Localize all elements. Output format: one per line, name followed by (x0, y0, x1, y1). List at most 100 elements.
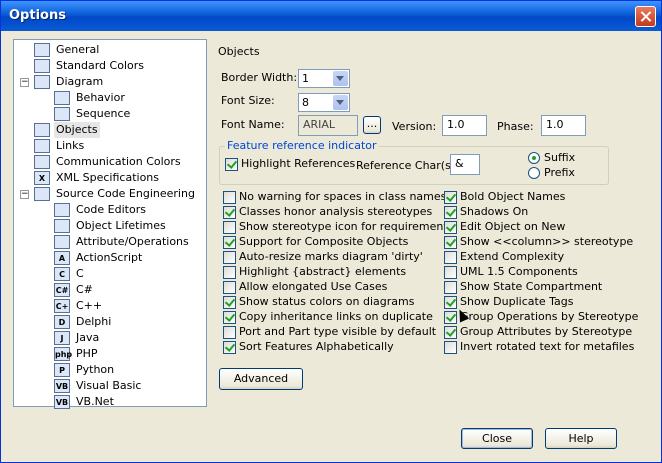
tree-item-label: Delphi (76, 315, 112, 328)
checkbox-unchecked-icon[interactable] (223, 191, 236, 204)
tree-item-label: Code Editors (76, 203, 146, 216)
font-name-field: ARIAL (298, 115, 358, 136)
option-label: Sort Features Alphabetically (239, 340, 394, 353)
colors-icon (34, 59, 50, 73)
option-label: Extend Complexity (460, 250, 565, 263)
window-title: Options (9, 8, 66, 23)
option-label: Group Attributes by Stereotype (460, 325, 633, 338)
options-dialog: Options General Standard Colors Diagram − Be… (0, 0, 662, 463)
font-name-label: Font Name: (221, 118, 285, 131)
tree-item-label: Standard Colors (56, 59, 144, 72)
section-title: Objects (218, 45, 260, 58)
xml-icon: X (34, 171, 50, 185)
checkbox-checked-icon[interactable] (444, 236, 457, 249)
tree-item-label: Behavior (76, 91, 125, 104)
checkbox-unchecked-icon[interactable] (444, 281, 457, 294)
checkbox-unchecked-icon[interactable] (223, 326, 236, 339)
collapse-icon[interactable]: − (20, 78, 29, 87)
phase-field[interactable]: 1.0 (541, 115, 586, 136)
version-field[interactable]: 1.0 (442, 115, 487, 136)
tree-item-label: Attribute/Operations (76, 235, 189, 248)
checkbox-unchecked-icon[interactable] (223, 221, 236, 234)
checkbox-checked-icon[interactable] (223, 311, 236, 324)
checkbox-checked-icon[interactable] (444, 296, 457, 309)
links-icon (34, 139, 50, 153)
feature-reference-title: Feature reference indicator (225, 139, 379, 152)
font-browse-button[interactable]: ... (363, 116, 381, 134)
advanced-button[interactable]: Advanced (219, 368, 303, 390)
suffix-label: Suffix (544, 151, 576, 164)
checkbox-checked-icon[interactable] (223, 236, 236, 249)
option-label: Port and Part type visible by default (239, 325, 437, 338)
title-bar[interactable]: Options (1, 1, 661, 31)
option-label: Allow elongated Use Cases (239, 280, 388, 293)
close-window-button[interactable] (635, 6, 656, 27)
option-label: Classes honor analysis stereotypes (239, 205, 433, 218)
checkbox-checked-icon[interactable] (225, 158, 238, 171)
radio-unselected-icon[interactable] (528, 167, 540, 179)
option-label: Show status colors on diagrams (239, 295, 415, 308)
checkbox-unchecked-icon[interactable] (223, 281, 236, 294)
font-size-value: 8 (302, 96, 309, 109)
chevron-down-icon[interactable] (333, 71, 348, 86)
checkbox-checked-icon[interactable] (223, 296, 236, 309)
java-icon: J (54, 331, 70, 345)
sequence-icon (54, 107, 70, 121)
option-label: Show <<column>> stereotype (460, 235, 634, 248)
prefix-label: Prefix (544, 166, 575, 179)
help-button[interactable]: Help (545, 428, 617, 449)
tree-item-label: C (76, 267, 84, 280)
checkbox-checked-icon[interactable] (444, 206, 457, 219)
font-size-select[interactable]: 8 (298, 93, 350, 112)
border-width-label: Border Width: (221, 71, 298, 84)
option-label: Show stereotype icon for requirements (239, 220, 454, 233)
object-lifetimes-icon (54, 219, 70, 233)
general-icon (34, 43, 50, 57)
tree-item-label: General (56, 43, 100, 56)
checkbox-checked-icon[interactable] (444, 326, 457, 339)
tree-item-label: PHP (76, 347, 98, 360)
python-icon: P (54, 363, 70, 377)
close-button[interactable]: Close (461, 428, 533, 449)
option-label: Shadows On (460, 205, 529, 218)
version-label: Version: (392, 120, 437, 133)
behavior-icon (54, 91, 70, 105)
option-label: Show State Compartment (460, 280, 603, 293)
cpp-icon: C+ (54, 299, 70, 313)
objects-icon (34, 123, 50, 137)
checkbox-checked-icon[interactable] (444, 191, 457, 204)
option-label: Support for Composite Objects (239, 235, 409, 248)
tree-item-label: C++ (76, 299, 103, 312)
option-label: Copy inheritance links on duplicate (239, 310, 433, 323)
reference-chars-field[interactable]: & (450, 154, 480, 175)
checkbox-unchecked-icon[interactable] (444, 341, 457, 354)
border-width-select[interactable]: 1 (298, 69, 350, 88)
border-width-value: 1 (302, 72, 309, 85)
delphi-icon: D (54, 315, 70, 329)
checkbox-checked-icon[interactable] (223, 341, 236, 354)
tree-item-label: Links (56, 139, 85, 152)
tree-item-label: Source Code Engineering (56, 187, 195, 200)
option-label: No warning for spaces in class names (239, 190, 447, 203)
option-label: Bold Object Names (460, 190, 566, 203)
checkbox-unchecked-icon[interactable] (223, 266, 236, 279)
checkbox-checked-icon[interactable] (223, 206, 236, 219)
tree-item-label: C# (76, 283, 93, 296)
radio-selected-icon[interactable] (528, 152, 540, 164)
tree-item-label: Python (76, 363, 115, 376)
collapse-icon[interactable]: − (20, 190, 29, 199)
tree-item-label: ActionScript (76, 251, 143, 264)
communication-colors-icon (34, 155, 50, 169)
checkbox-unchecked-icon[interactable] (223, 251, 236, 264)
phase-label: Phase: (497, 120, 534, 133)
csharp-icon: C# (54, 283, 70, 297)
checkbox-unchecked-icon[interactable] (444, 251, 457, 264)
checkbox-checked-icon[interactable] (444, 221, 457, 234)
checkbox-unchecked-icon[interactable] (444, 266, 457, 279)
option-label: Edit Object on New (460, 220, 566, 233)
visual-basic-icon: VB (54, 379, 70, 393)
chevron-down-icon[interactable] (333, 95, 348, 110)
options-tree[interactable]: General Standard Colors Diagram − Behavior Se… (13, 39, 207, 409)
option-label: Group Operations by Stereotype (460, 310, 639, 323)
tree-item-label: VB.Net (76, 395, 114, 408)
